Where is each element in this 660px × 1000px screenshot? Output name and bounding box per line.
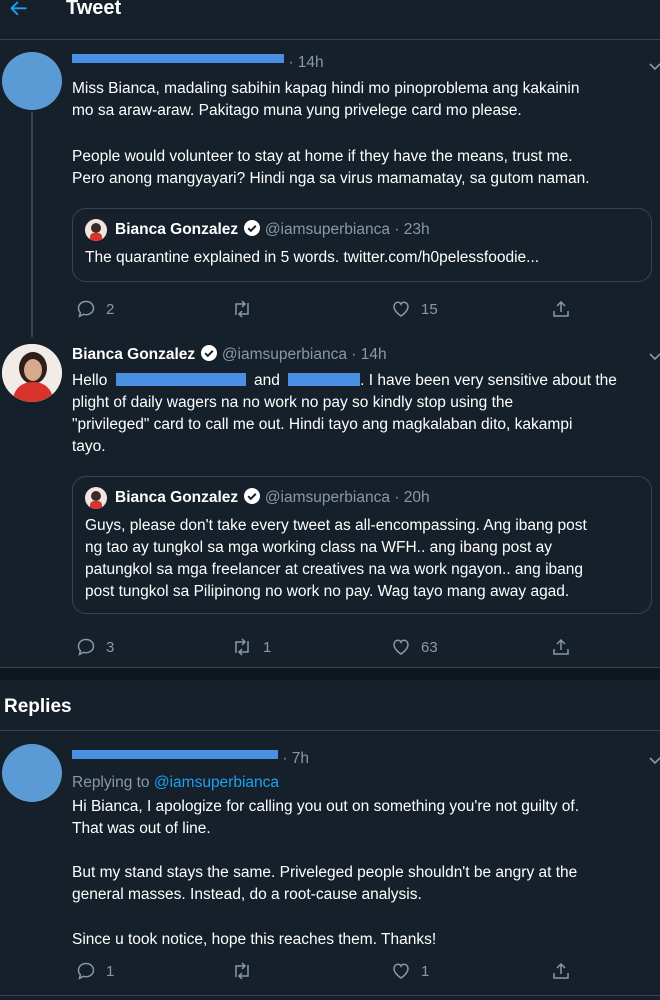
avatar[interactable] bbox=[2, 52, 62, 110]
replying-to-handle[interactable]: @iamsuperbianca bbox=[154, 774, 279, 791]
tweet-author-line: · 7h bbox=[72, 748, 309, 770]
share-icon bbox=[553, 638, 569, 655]
redacted-mention bbox=[288, 373, 361, 386]
quoted-text-line: patungkol sa mga freelancer at creatives… bbox=[85, 561, 584, 578]
tweet-text-line: plight of daily wagers na no work no pay… bbox=[72, 394, 514, 411]
reply-icon bbox=[77, 962, 95, 980]
section-separator bbox=[0, 668, 660, 680]
redacted-mention bbox=[115, 373, 246, 386]
retweet-button[interactable]: 1 bbox=[231, 637, 271, 657]
heart-icon bbox=[393, 963, 409, 979]
reply-icon bbox=[77, 300, 95, 318]
quoted-author-line: Bianca Gonzalez @iamsuperbianca · 23h bbox=[115, 219, 430, 241]
tweet-time[interactable]: · 14h bbox=[288, 54, 323, 71]
tweet-text-line: But my stand stays the same. Priveleged … bbox=[72, 864, 578, 881]
share-button[interactable] bbox=[551, 299, 571, 319]
quoted-handle: @iamsuperbianca · 23h bbox=[264, 221, 430, 238]
reply-count: 2 bbox=[106, 300, 115, 318]
like-count: 63 bbox=[421, 638, 438, 656]
verified-badge-icon bbox=[200, 345, 217, 361]
tweet-text-line: mo sa araw-araw. Pakitago muna yung priv… bbox=[72, 102, 522, 119]
quoted-avatar bbox=[85, 487, 107, 509]
top-bar: Tweet bbox=[0, 0, 660, 40]
author-handle[interactable]: @iamsuperbianca · 14h bbox=[222, 346, 387, 363]
chevron-down-icon[interactable] bbox=[648, 756, 660, 766]
reply-icon bbox=[77, 638, 95, 656]
reply-button[interactable]: 2 bbox=[76, 299, 114, 319]
verified-badge-icon bbox=[243, 488, 260, 504]
replying-to-label: Replying to bbox=[72, 774, 150, 791]
tweet-text-line: Miss Bianca, madaling sabihin kapag hind… bbox=[72, 80, 580, 97]
divider bbox=[0, 995, 660, 996]
quoted-text-line: post tungkol sa Pilipinong no work no pa… bbox=[85, 583, 570, 600]
quoted-text-line: Guys, please don't take every tweet as a… bbox=[85, 517, 587, 534]
quoted-tweet[interactable]: Bianca Gonzalez @iamsuperbianca · 20h Gu… bbox=[72, 476, 652, 614]
retweet-icon bbox=[235, 962, 249, 980]
retweet-icon bbox=[235, 300, 249, 318]
tweet-text-line: Hi Bianca, I apologize for calling you o… bbox=[72, 798, 580, 815]
tweet-text-line: People would volunteer to stay at home i… bbox=[72, 148, 573, 165]
redacted-name bbox=[72, 750, 278, 759]
page-title: Tweet bbox=[66, 0, 122, 19]
quoted-avatar bbox=[85, 219, 107, 241]
retweet-count: 1 bbox=[263, 638, 272, 656]
like-count: 1 bbox=[421, 962, 430, 980]
reply-button[interactable]: 1 bbox=[76, 961, 114, 981]
text-segment: Hello bbox=[72, 372, 108, 389]
share-button[interactable] bbox=[551, 637, 571, 657]
redacted-name bbox=[72, 54, 284, 63]
reply-button[interactable]: 3 bbox=[76, 637, 114, 657]
tweet-text-line: Since u took notice, hope this reaches t… bbox=[72, 931, 437, 948]
share-icon bbox=[553, 962, 569, 979]
tweet-text-line: tayo. bbox=[72, 438, 106, 455]
text-segment: and bbox=[253, 372, 280, 389]
retweet-button[interactable] bbox=[231, 299, 253, 319]
like-button[interactable]: 1 bbox=[391, 961, 429, 981]
heart-icon bbox=[393, 301, 409, 317]
quoted-author-line: Bianca Gonzalez @iamsuperbianca · 20h bbox=[115, 487, 430, 509]
quoted-text-line: ng tao ay tungkol sa mga working class n… bbox=[85, 539, 552, 556]
retweet-button[interactable] bbox=[231, 961, 253, 981]
tweet-text-line: Pero anong mangyayari? Hindi nga sa viru… bbox=[72, 170, 590, 187]
avatar[interactable] bbox=[2, 344, 62, 402]
author-name[interactable]: Bianca Gonzalez bbox=[72, 346, 195, 363]
divider bbox=[0, 730, 660, 731]
reply-count: 1 bbox=[106, 962, 115, 980]
quoted-tweet[interactable]: Bianca Gonzalez @iamsuperbianca · 23h Th… bbox=[72, 208, 652, 282]
tweet-text-line: That was out of line. bbox=[72, 820, 211, 837]
tweet-author-line: Bianca Gonzalez @iamsuperbianca · 14h bbox=[72, 344, 387, 366]
reply-count: 3 bbox=[106, 638, 115, 656]
tweet-text-line: "privileged" card to call me out. Hindi … bbox=[72, 416, 573, 433]
tweet-text-line: Hello and . I have been very sensitive a… bbox=[72, 370, 617, 392]
tweet-author-line: · 14h bbox=[72, 52, 324, 74]
heart-icon bbox=[393, 639, 409, 655]
like-button[interactable]: 63 bbox=[391, 637, 438, 657]
quoted-name: Bianca Gonzalez bbox=[115, 489, 239, 506]
tweet-text-line: general masses. Instead, do a root-cause… bbox=[72, 886, 422, 903]
like-count: 15 bbox=[421, 300, 438, 318]
quoted-text: The quarantine explained in 5 words. twi… bbox=[85, 249, 540, 266]
quoted-handle: @iamsuperbianca · 20h bbox=[264, 489, 430, 506]
replying-to-line: Replying to @iamsuperbianca bbox=[72, 772, 279, 794]
like-button[interactable]: 15 bbox=[391, 299, 438, 319]
replies-heading: Replies bbox=[4, 696, 72, 717]
quoted-name: Bianca Gonzalez bbox=[115, 221, 239, 238]
verified-badge-icon bbox=[243, 220, 260, 236]
tweet-time[interactable]: · 7h bbox=[282, 750, 309, 767]
share-button[interactable] bbox=[551, 961, 571, 981]
chevron-down-icon[interactable] bbox=[648, 62, 660, 72]
arrow-left-icon[interactable] bbox=[8, 0, 30, 20]
text-segment: . I have been very sensitive about the bbox=[360, 372, 617, 389]
chevron-down-icon[interactable] bbox=[648, 352, 660, 362]
thread-connector bbox=[31, 112, 33, 337]
share-icon bbox=[553, 300, 569, 317]
retweet-icon bbox=[235, 638, 249, 656]
avatar[interactable] bbox=[2, 744, 62, 802]
